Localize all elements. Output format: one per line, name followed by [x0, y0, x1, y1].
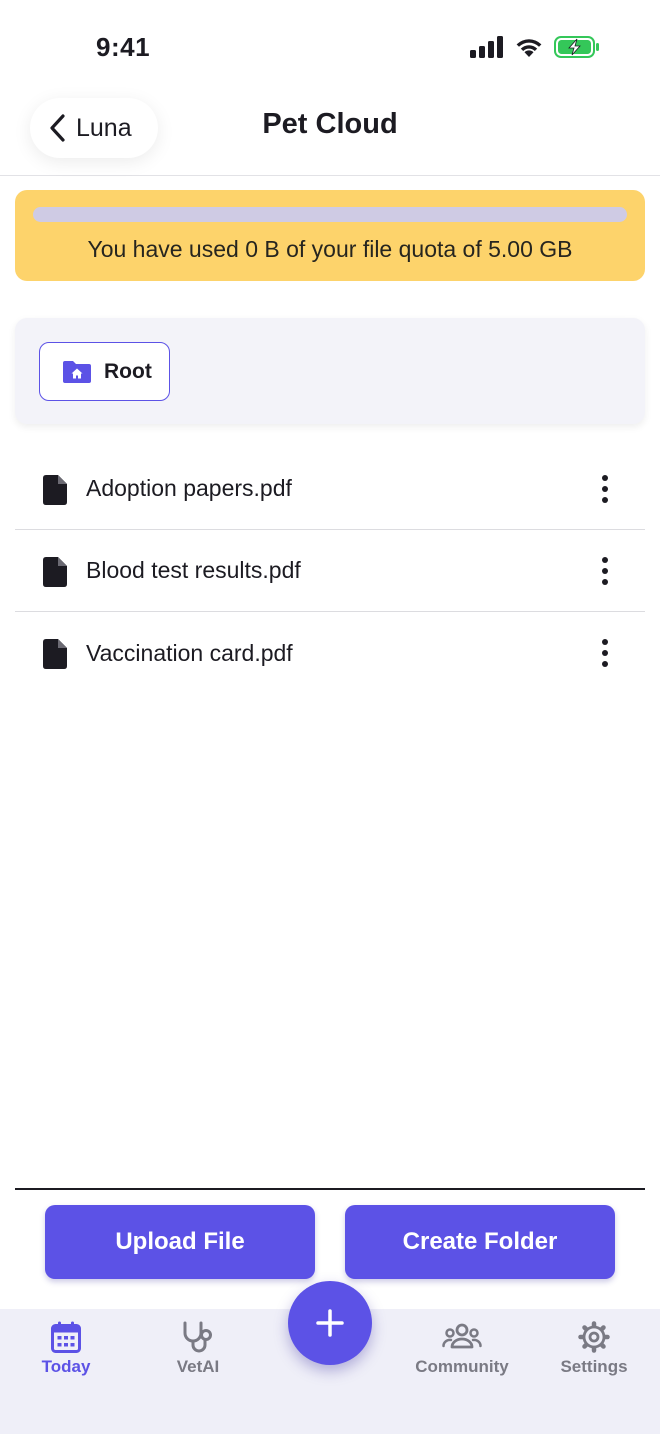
file-name: Adoption papers.pdf [86, 475, 292, 501]
file-name: Vaccination card.pdf [86, 639, 293, 666]
calendar-icon [51, 1321, 81, 1353]
battery-charging-icon [554, 36, 599, 58]
quota-progress-bar [33, 207, 627, 222]
back-button[interactable]: Luna [30, 98, 158, 158]
home-folder-icon [63, 360, 91, 383]
gear-icon [578, 1321, 610, 1353]
quota-banner: You have used 0 B of your file quota of … [15, 190, 645, 281]
create-folder-button[interactable]: Create Folder [345, 1205, 615, 1279]
file-row[interactable]: Vaccination card.pdf [15, 612, 645, 694]
more-options-icon[interactable] [595, 638, 615, 668]
divider [15, 1188, 645, 1190]
file-row[interactable]: Adoption papers.pdf [15, 448, 645, 530]
status-time: 9:41 [96, 32, 151, 62]
file-icon [43, 557, 67, 587]
status-bar: 9:41 [0, 0, 660, 96]
file-row[interactable]: Blood test results.pdf [15, 530, 645, 612]
file-icon [43, 475, 67, 505]
root-folder-chip[interactable]: Root [39, 342, 170, 401]
add-button[interactable] [288, 1281, 372, 1365]
tab-vetai[interactable]: VetAI [138, 1321, 258, 1377]
tab-today[interactable]: Today [6, 1321, 126, 1377]
people-icon [442, 1323, 482, 1349]
breadcrumb: Root [15, 318, 645, 424]
quota-text: You have used 0 B of your file quota of … [87, 236, 573, 262]
tab-label: Community [415, 1357, 509, 1376]
tab-label: Today [41, 1357, 91, 1376]
nav-header: Pet Cloud Luna [0, 96, 660, 176]
tab-label: Settings [560, 1357, 628, 1376]
upload-file-button[interactable]: Upload File [45, 1205, 315, 1279]
status-icons [470, 36, 600, 58]
wifi-icon [516, 39, 542, 57]
tab-label: VetAI [176, 1357, 220, 1376]
file-name: Blood test results.pdf [86, 557, 301, 583]
signal-icon [470, 36, 503, 58]
file-list: Adoption papers.pdf Blood test results.p… [15, 448, 645, 694]
chevron-left-icon [50, 114, 65, 142]
root-label: Root [104, 359, 152, 383]
stethoscope-icon [183, 1321, 212, 1353]
tab-community[interactable]: Community [402, 1321, 522, 1377]
tab-settings[interactable]: Settings [534, 1321, 654, 1377]
more-options-icon[interactable] [595, 556, 615, 586]
more-options-icon[interactable] [595, 474, 615, 504]
plus-icon [316, 1309, 344, 1337]
file-icon [43, 639, 67, 669]
back-label: Luna [76, 113, 132, 142]
